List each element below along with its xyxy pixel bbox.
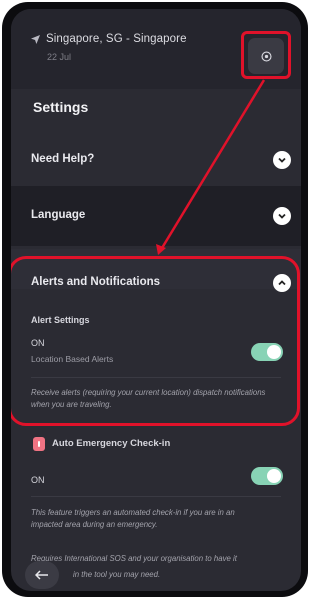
footer-note-2: in the tool you may need. <box>73 570 161 579</box>
arrow-left-icon <box>35 570 48 580</box>
back-button[interactable] <box>25 561 59 589</box>
highlight-box-settings <box>241 31 291 79</box>
app-screen: Singapore, SG - Singapore 22 Jul Setting… <box>11 9 301 591</box>
toggle-knob <box>267 469 281 483</box>
auto-checkin-toggle[interactable] <box>251 467 283 485</box>
section-need-help[interactable]: Need Help? <box>11 139 301 185</box>
section-language[interactable]: Language <box>11 186 301 246</box>
divider <box>31 496 281 497</box>
section-label-need-help: Need Help? <box>31 153 95 165</box>
chevron-down-icon[interactable] <box>273 151 291 169</box>
location-row: Singapore, SG - Singapore <box>31 33 187 45</box>
footer-note-1: Requires International SOS and your orga… <box>31 554 237 563</box>
navigation-arrow-icon <box>31 34 40 44</box>
section-label-language: Language <box>31 209 86 221</box>
highlight-box-alerts <box>11 256 300 426</box>
chevron-down-icon[interactable] <box>273 207 291 225</box>
header: Singapore, SG - Singapore 22 Jul <box>11 9 301 89</box>
page-title: Settings <box>33 99 89 115</box>
auto-checkin-label: Auto Emergency Check-in <box>52 438 171 449</box>
auto-checkin-on-label: ON <box>31 475 45 485</box>
auto-checkin-description-1: This feature triggers an automated check… <box>31 508 235 517</box>
auto-checkin-description-2: impacted area during an emergency. <box>31 520 158 529</box>
location-label: Singapore, SG - Singapore <box>46 33 187 45</box>
phone-frame: Singapore, SG - Singapore 22 Jul Setting… <box>2 2 308 597</box>
time-label: 22 Jul <box>47 52 72 62</box>
emergency-icon <box>33 437 45 451</box>
